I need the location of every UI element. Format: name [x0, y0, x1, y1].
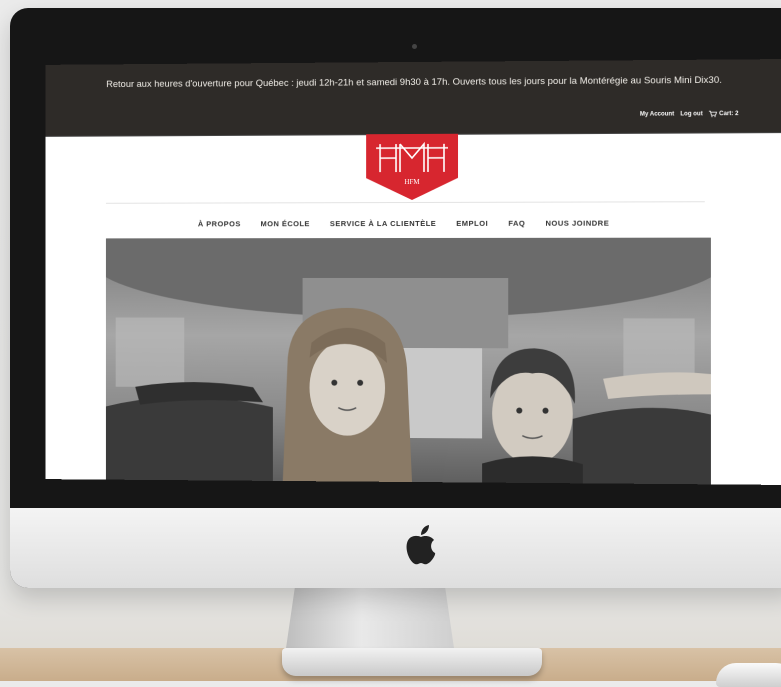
website-screen: Retour aux heures d'ouverture pour Québe… [45, 59, 781, 485]
account-links: My Account Log out Cart: 2 [640, 110, 739, 118]
my-account-link[interactable]: My Account [640, 111, 674, 117]
nav-nous-joindre[interactable]: NOUS JOINDRE [545, 218, 609, 227]
nav-a-propos[interactable]: À PROPOS [198, 219, 241, 228]
cart-label: Cart: 2 [719, 110, 739, 117]
cart-link[interactable]: Cart: 2 [709, 110, 739, 118]
mouse [716, 663, 781, 687]
cart-icon [709, 110, 717, 118]
brand-logo[interactable]: HFM [366, 133, 458, 200]
apple-logo-icon [406, 525, 436, 565]
hero-image [105, 237, 711, 485]
nav-faq[interactable]: FAQ [508, 218, 525, 227]
monitor-chin [10, 508, 781, 588]
nav-emploi[interactable]: EMPLOI [456, 218, 488, 227]
school-bus-children-icon [105, 237, 711, 485]
camera-icon [412, 44, 417, 49]
logo-text: HFM [404, 178, 419, 186]
nav-mon-ecole[interactable]: MON ÉCOLE [261, 219, 310, 228]
nav-service-clientele[interactable]: SERVICE À LA CLIENTÈLE [330, 218, 436, 227]
monitor-stand [285, 585, 455, 655]
monitor-stand-base [282, 648, 542, 676]
announcement-bar: Retour aux heures d'ouverture pour Québe… [45, 59, 781, 105]
log-out-link[interactable]: Log out [680, 111, 702, 117]
account-bar: My Account Log out Cart: 2 [45, 99, 781, 137]
